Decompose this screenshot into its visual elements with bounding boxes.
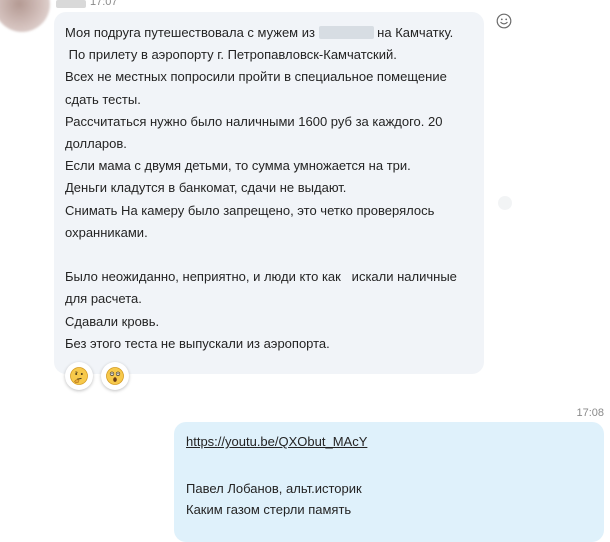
outgoing-timestamp: 17:08	[576, 407, 604, 419]
message-text-part: на Камчатку. По прилету в аэропорту г. П…	[65, 25, 457, 351]
outgoing-text-line-2: Каким газом стерли память	[186, 502, 352, 517]
incoming-timestamp: 17:07	[90, 0, 118, 8]
thinking-face-icon	[70, 367, 88, 385]
reaction-surprised-face[interactable]	[101, 362, 129, 390]
reaction-thinking-face[interactable]	[65, 362, 93, 390]
incoming-message-text: Моя подруга путешествовала с мужем из на…	[65, 22, 475, 355]
faded-reaction-icon	[498, 196, 512, 210]
add-reaction-smiley-icon[interactable]	[496, 13, 512, 29]
youtube-link[interactable]: https://youtu.be/QXObut_MAcY	[186, 434, 367, 449]
message-text-part: Моя подруга путешествовала с мужем из	[65, 25, 319, 40]
outgoing-text-line-1: Павел Лобанов, альт.историк	[186, 481, 362, 496]
sender-avatar[interactable]	[0, 0, 50, 32]
sender-name-redacted	[56, 0, 86, 8]
surprised-face-icon	[106, 367, 124, 385]
redacted-place	[318, 26, 374, 39]
